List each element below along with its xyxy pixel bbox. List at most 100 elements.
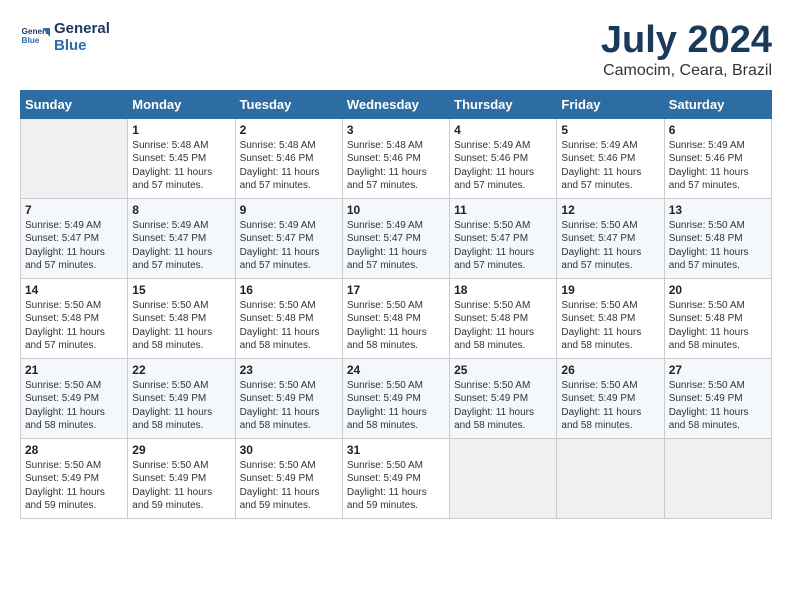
- calendar-cell: 13 Sunrise: 5:50 AM Sunset: 5:48 PM Dayli…: [664, 198, 771, 278]
- day-info: Sunrise: 5:50 AM Sunset: 5:48 PM Dayligh…: [454, 299, 552, 353]
- day-info: Sunrise: 5:50 AM Sunset: 5:48 PM Dayligh…: [347, 299, 445, 353]
- day-number: 18: [454, 283, 552, 297]
- weekday-thursday: Thursday: [450, 90, 557, 118]
- calendar-cell: 3 Sunrise: 5:48 AM Sunset: 5:46 PM Daylig…: [342, 118, 449, 198]
- calendar-cell: 23 Sunrise: 5:50 AM Sunset: 5:49 PM Dayli…: [235, 358, 342, 438]
- calendar-cell: 17 Sunrise: 5:50 AM Sunset: 5:48 PM Dayli…: [342, 278, 449, 358]
- day-info: Sunrise: 5:50 AM Sunset: 5:49 PM Dayligh…: [347, 459, 445, 513]
- svg-text:Blue: Blue: [22, 36, 40, 45]
- day-number: 20: [669, 283, 767, 297]
- day-number: 15: [132, 283, 230, 297]
- day-number: 22: [132, 363, 230, 377]
- week-row-1: 1 Sunrise: 5:48 AM Sunset: 5:45 PM Daylig…: [21, 118, 772, 198]
- day-number: 8: [132, 203, 230, 217]
- calendar-cell: 14Sunrise: 5:50 AM Sunset: 5:48 PM Dayli…: [21, 278, 128, 358]
- day-info: Sunrise: 5:50 AM Sunset: 5:49 PM Dayligh…: [240, 379, 338, 433]
- day-info: Sunrise: 5:49 AM Sunset: 5:46 PM Dayligh…: [454, 139, 552, 193]
- calendar-cell: 24Sunrise: 5:50 AM Sunset: 5:49 PM Dayli…: [342, 358, 449, 438]
- calendar-cell: 8 Sunrise: 5:49 AM Sunset: 5:47 PM Daylig…: [128, 198, 235, 278]
- weekday-monday: Monday: [128, 90, 235, 118]
- logo-icon: General Blue: [20, 22, 50, 52]
- calendar-cell: 16 Sunrise: 5:50 AM Sunset: 5:48 PM Dayli…: [235, 278, 342, 358]
- calendar-cell: [450, 438, 557, 518]
- day-number: 10: [347, 203, 445, 217]
- header: General Blue General Blue July 2024 Camo…: [20, 20, 772, 80]
- calendar-cell: 28 Sunrise: 5:50 AM Sunset: 5:49 PM Dayli…: [21, 438, 128, 518]
- calendar-cell: 4 Sunrise: 5:49 AM Sunset: 5:46 PM Daylig…: [450, 118, 557, 198]
- calendar-cell: 20Sunrise: 5:50 AM Sunset: 5:48 PM Dayli…: [664, 278, 771, 358]
- weekday-sunday: Sunday: [21, 90, 128, 118]
- day-info: Sunrise: 5:48 AM Sunset: 5:45 PM Dayligh…: [132, 139, 230, 193]
- day-info: Sunrise: 5:49 AM Sunset: 5:47 PM Dayligh…: [25, 219, 123, 273]
- day-number: 29: [132, 443, 230, 457]
- day-info: Sunrise: 5:50 AM Sunset: 5:49 PM Dayligh…: [454, 379, 552, 433]
- day-info: Sunrise: 5:49 AM Sunset: 5:46 PM Dayligh…: [561, 139, 659, 193]
- day-info: Sunrise: 5:50 AM Sunset: 5:48 PM Dayligh…: [240, 299, 338, 353]
- logo-blue: Blue: [54, 37, 110, 54]
- day-info: Sunrise: 5:48 AM Sunset: 5:46 PM Dayligh…: [240, 139, 338, 193]
- day-info: Sunrise: 5:49 AM Sunset: 5:47 PM Dayligh…: [347, 219, 445, 273]
- day-number: 5: [561, 123, 659, 137]
- weekday-header-row: SundayMondayTuesdayWednesdayThursdayFrid…: [21, 90, 772, 118]
- day-info: Sunrise: 5:50 AM Sunset: 5:49 PM Dayligh…: [561, 379, 659, 433]
- day-info: Sunrise: 5:50 AM Sunset: 5:48 PM Dayligh…: [669, 219, 767, 273]
- day-number: 28: [25, 443, 123, 457]
- day-number: 4: [454, 123, 552, 137]
- calendar-cell: [557, 438, 664, 518]
- day-number: 13: [669, 203, 767, 217]
- calendar-cell: 10 Sunrise: 5:49 AM Sunset: 5:47 PM Dayli…: [342, 198, 449, 278]
- day-info: Sunrise: 5:49 AM Sunset: 5:47 PM Dayligh…: [132, 219, 230, 273]
- calendar-cell: 25 Sunrise: 5:50 AM Sunset: 5:49 PM Dayli…: [450, 358, 557, 438]
- day-number: 16: [240, 283, 338, 297]
- calendar-cell: 21Sunrise: 5:50 AM Sunset: 5:49 PM Dayli…: [21, 358, 128, 438]
- day-info: Sunrise: 5:48 AM Sunset: 5:46 PM Dayligh…: [347, 139, 445, 193]
- calendar-cell: 15Sunrise: 5:50 AM Sunset: 5:48 PM Dayli…: [128, 278, 235, 358]
- day-info: Sunrise: 5:50 AM Sunset: 5:47 PM Dayligh…: [561, 219, 659, 273]
- day-number: 2: [240, 123, 338, 137]
- weekday-friday: Friday: [557, 90, 664, 118]
- day-info: Sunrise: 5:50 AM Sunset: 5:48 PM Dayligh…: [25, 299, 123, 353]
- calendar-cell: 12Sunrise: 5:50 AM Sunset: 5:47 PM Dayli…: [557, 198, 664, 278]
- day-info: Sunrise: 5:50 AM Sunset: 5:49 PM Dayligh…: [25, 459, 123, 513]
- day-number: 27: [669, 363, 767, 377]
- logo-general: General: [54, 20, 110, 37]
- calendar-cell: 5 Sunrise: 5:49 AM Sunset: 5:46 PM Daylig…: [557, 118, 664, 198]
- calendar-cell: 18 Sunrise: 5:50 AM Sunset: 5:48 PM Dayli…: [450, 278, 557, 358]
- day-number: 17: [347, 283, 445, 297]
- title-area: July 2024 Camocim, Ceara, Brazil: [601, 20, 772, 80]
- day-info: Sunrise: 5:49 AM Sunset: 5:46 PM Dayligh…: [669, 139, 767, 193]
- calendar-subtitle: Camocim, Ceara, Brazil: [601, 62, 772, 80]
- weekday-wednesday: Wednesday: [342, 90, 449, 118]
- calendar-cell: 7Sunrise: 5:49 AM Sunset: 5:47 PM Daylig…: [21, 198, 128, 278]
- calendar-cell: 19Sunrise: 5:50 AM Sunset: 5:48 PM Dayli…: [557, 278, 664, 358]
- day-number: 24: [347, 363, 445, 377]
- day-info: Sunrise: 5:50 AM Sunset: 5:49 PM Dayligh…: [669, 379, 767, 433]
- week-row-4: 21Sunrise: 5:50 AM Sunset: 5:49 PM Dayli…: [21, 358, 772, 438]
- day-number: 23: [240, 363, 338, 377]
- calendar-cell: 2 Sunrise: 5:48 AM Sunset: 5:46 PM Daylig…: [235, 118, 342, 198]
- day-info: Sunrise: 5:50 AM Sunset: 5:49 PM Dayligh…: [132, 379, 230, 433]
- calendar-cell: 26 Sunrise: 5:50 AM Sunset: 5:49 PM Dayli…: [557, 358, 664, 438]
- day-info: Sunrise: 5:50 AM Sunset: 5:49 PM Dayligh…: [240, 459, 338, 513]
- day-number: 11: [454, 203, 552, 217]
- day-number: 30: [240, 443, 338, 457]
- day-number: 25: [454, 363, 552, 377]
- day-number: 19: [561, 283, 659, 297]
- calendar-cell: 9Sunrise: 5:49 AM Sunset: 5:47 PM Daylig…: [235, 198, 342, 278]
- day-number: 3: [347, 123, 445, 137]
- calendar-cell: 11 Sunrise: 5:50 AM Sunset: 5:47 PM Dayli…: [450, 198, 557, 278]
- calendar-cell: [21, 118, 128, 198]
- calendar-cell: 31Sunrise: 5:50 AM Sunset: 5:49 PM Dayli…: [342, 438, 449, 518]
- day-info: Sunrise: 5:50 AM Sunset: 5:47 PM Dayligh…: [454, 219, 552, 273]
- calendar-cell: 29 Sunrise: 5:50 AM Sunset: 5:49 PM Dayli…: [128, 438, 235, 518]
- day-number: 26: [561, 363, 659, 377]
- day-number: 1: [132, 123, 230, 137]
- week-row-3: 14Sunrise: 5:50 AM Sunset: 5:48 PM Dayli…: [21, 278, 772, 358]
- weekday-tuesday: Tuesday: [235, 90, 342, 118]
- logo: General Blue General Blue: [20, 20, 110, 54]
- day-info: Sunrise: 5:50 AM Sunset: 5:49 PM Dayligh…: [132, 459, 230, 513]
- calendar-cell: 6Sunrise: 5:49 AM Sunset: 5:46 PM Daylig…: [664, 118, 771, 198]
- day-info: Sunrise: 5:49 AM Sunset: 5:47 PM Dayligh…: [240, 219, 338, 273]
- week-row-2: 7Sunrise: 5:49 AM Sunset: 5:47 PM Daylig…: [21, 198, 772, 278]
- calendar-table: SundayMondayTuesdayWednesdayThursdayFrid…: [20, 90, 772, 519]
